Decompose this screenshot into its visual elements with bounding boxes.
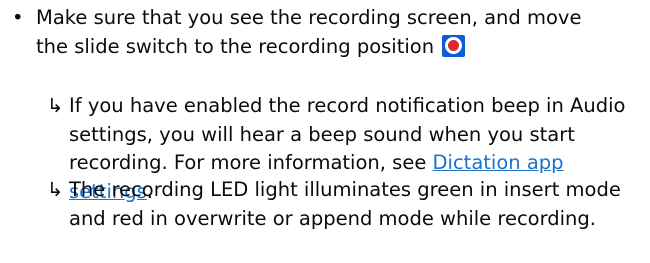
instruction-text: Make sure that you see the recording scr… [36,6,582,58]
instruction-text-block: Make sure that you see the recording scr… [36,4,616,61]
document-body: • Make sure that you see the recording s… [0,0,650,263]
result-item-led: ↳ The recording LED light illuminates gr… [47,176,637,233]
result-text-led: The recording LED light illuminates gree… [69,178,621,230]
result-text-block: The recording LED light illuminates gree… [69,176,637,233]
arrow-right-icon: ↳ [47,178,64,201]
instruction-step: • Make sure that you see the recording s… [12,4,632,61]
bullet-marker: • [12,6,24,29]
record-icon [442,34,466,57]
arrow-right-icon: ↳ [47,94,64,117]
